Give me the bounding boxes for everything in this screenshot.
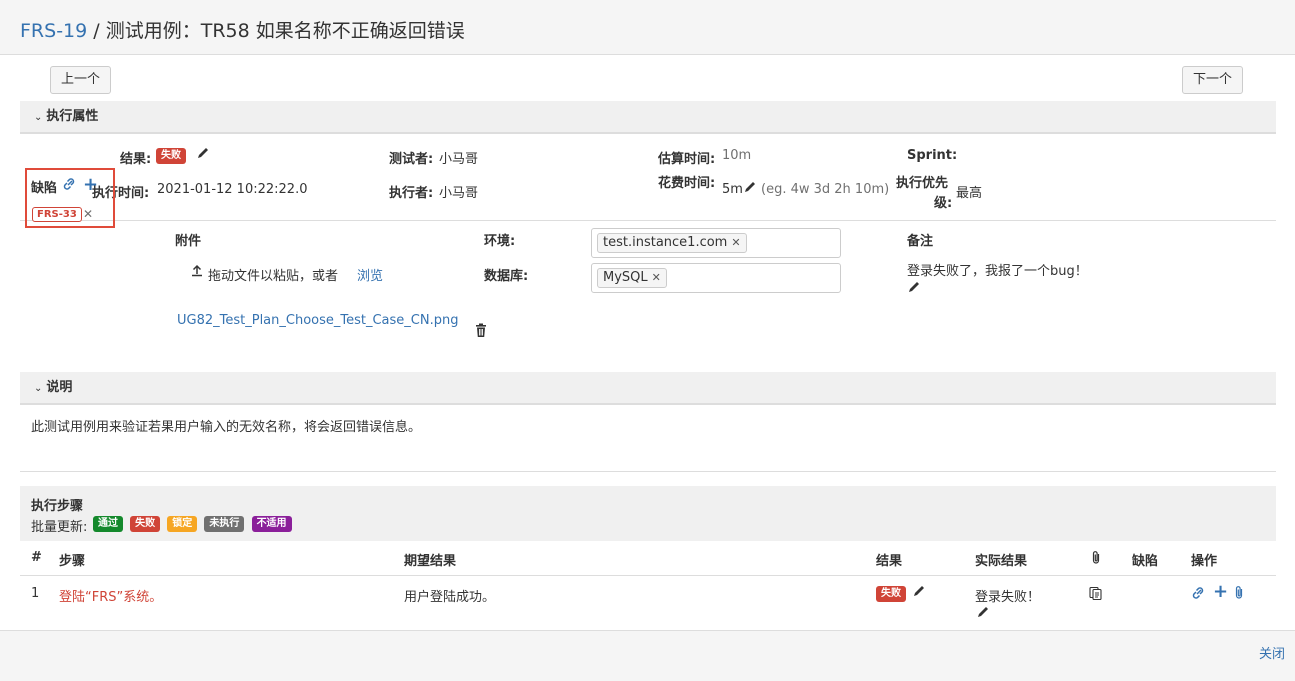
chevron-down-icon: ⌄ xyxy=(34,112,43,123)
col-defects: 缺陷 xyxy=(1132,554,1159,569)
browse-link[interactable]: 浏览 xyxy=(357,265,383,284)
add-defect-icon[interactable]: + xyxy=(83,174,98,195)
bulk-options: 通过 失败 锁定 未执行 不适用 xyxy=(93,516,292,532)
divider xyxy=(20,220,1276,221)
executor-label: 执行者: xyxy=(389,186,434,201)
upload-icon xyxy=(190,263,204,281)
result-status[interactable]: 失败 xyxy=(156,148,186,164)
dialog-footer: 关闭 xyxy=(0,630,1295,681)
col-expected: 期望结果 xyxy=(404,554,457,569)
description-text: 此测试用例用来验证若果用户输入的无效名称，将会返回错误信息。 xyxy=(31,420,422,435)
col-attachment-paperclip-icon xyxy=(1090,550,1102,569)
database-label: 数据库: xyxy=(484,269,529,284)
priority-label-line2: 级: xyxy=(934,196,953,211)
step-expected: 用户登陆成功。 xyxy=(404,590,496,605)
title-separator: / xyxy=(87,20,106,42)
priority-label-line1: 执行优先 xyxy=(896,176,949,191)
edit-step-actual-icon[interactable] xyxy=(976,605,990,623)
remove-defect-icon[interactable]: ✕ xyxy=(83,207,93,221)
exec-props-title: 执行属性 xyxy=(46,109,99,124)
test-case-title: 测试用例：TR58 如果名称不正确返回错误 xyxy=(105,20,465,42)
edit-spent-icon[interactable] xyxy=(743,180,757,198)
step-attachments-icon[interactable] xyxy=(1088,585,1104,605)
attachment-file-link[interactable]: UG82_Test_Plan_Choose_Test_Case_CN.png xyxy=(177,313,458,328)
remove-database-icon[interactable]: ✕ xyxy=(652,271,661,284)
drop-zone-text: 拖动文件以粘贴，或者 xyxy=(208,269,339,284)
spent-hint: (eg. 4w 3d 2h 10m) xyxy=(761,182,890,197)
environment-label: 环境: xyxy=(484,234,516,249)
environment-chip-label: test.instance1.com xyxy=(603,235,728,250)
step-link-defect-icon[interactable] xyxy=(1190,585,1206,605)
col-num: # xyxy=(31,550,42,565)
divider xyxy=(20,471,1276,472)
exec-time-value: 2021-01-12 10:22:22.0 xyxy=(157,182,308,197)
executor-value: 小马哥 xyxy=(439,186,479,201)
steps-section-header xyxy=(20,486,1276,541)
notes-label: 备注 xyxy=(907,234,934,249)
status-badge: 失败 xyxy=(876,586,906,602)
tester-label: 测试者: xyxy=(389,152,434,167)
trash-icon[interactable] xyxy=(474,323,488,342)
bulk-na-button[interactable]: 不适用 xyxy=(251,516,292,532)
bulk-unexecuted-button[interactable]: 未执行 xyxy=(204,516,245,532)
priority-value: 最高 xyxy=(956,186,983,201)
bulk-fail-button[interactable]: 失败 xyxy=(130,516,161,532)
estimate-label: 估算时间: xyxy=(658,152,716,167)
environment-chip: test.instance1.com ✕ xyxy=(597,233,747,253)
prev-button[interactable]: 上一个 xyxy=(50,66,112,94)
defects-highlight-box: 缺陷 + FRS-33 ✕ xyxy=(25,168,115,228)
col-actions: 操作 xyxy=(1191,554,1218,569)
step-add-defect-icon[interactable]: + xyxy=(1213,581,1228,602)
description-title: 说明 xyxy=(46,380,73,395)
col-result: 结果 xyxy=(876,554,903,569)
spent-value: 5m xyxy=(722,182,743,197)
next-button[interactable]: 下一个 xyxy=(1182,66,1244,94)
edit-result-icon[interactable] xyxy=(196,146,210,164)
status-badge: 失败 xyxy=(156,148,186,164)
steps-title: 执行步骤 xyxy=(31,499,84,514)
col-actual: 实际结果 xyxy=(975,554,1028,569)
sprint-label: Sprint: xyxy=(907,148,958,163)
dialog-header: FRS-19 / 测试用例：TR58 如果名称不正确返回错误 xyxy=(0,0,1295,55)
bulk-update-label: 批量更新: xyxy=(31,520,88,535)
remove-environment-icon[interactable]: ✕ xyxy=(731,236,740,249)
link-defect-icon[interactable] xyxy=(61,176,77,196)
result-label: 结果: xyxy=(120,152,152,167)
edit-step-result-icon[interactable] xyxy=(912,584,926,602)
description-section-header[interactable]: ⌄ 说明 xyxy=(20,372,1276,405)
edit-notes-icon[interactable] xyxy=(907,280,921,298)
estimate-value: 10m xyxy=(722,148,752,163)
step-num: 1 xyxy=(31,586,40,601)
database-chip-label: MySQL xyxy=(603,270,648,285)
bulk-pass-button[interactable]: 通过 xyxy=(93,516,123,532)
col-step: 步骤 xyxy=(59,554,86,569)
step-actual: 登录失败！ xyxy=(975,590,1041,605)
defects-label: 缺陷 xyxy=(31,181,58,196)
database-chip: MySQL ✕ xyxy=(597,268,667,288)
database-input[interactable]: MySQL ✕ xyxy=(591,263,841,293)
environment-input[interactable]: test.instance1.com ✕ xyxy=(591,228,841,258)
attachments-label: 附件 xyxy=(175,234,202,249)
defect-tag[interactable]: FRS-33 xyxy=(32,207,82,222)
chevron-down-icon: ⌄ xyxy=(34,383,43,394)
divider xyxy=(20,575,1276,576)
spent-label: 花费时间: xyxy=(658,176,716,191)
page-title: FRS-19 / 测试用例：TR58 如果名称不正确返回错误 xyxy=(20,16,465,43)
dialog-content xyxy=(0,55,1295,630)
exec-props-section-header[interactable]: ⌄ 执行属性 xyxy=(20,101,1276,134)
notes-text: 登录失败了，我报了一个bug！ xyxy=(907,264,1088,279)
issue-key-link[interactable]: FRS-19 xyxy=(20,20,87,42)
tester-value: 小马哥 xyxy=(439,152,479,167)
step-add-attachment-paperclip-icon[interactable] xyxy=(1233,585,1245,604)
close-link[interactable]: 关闭 xyxy=(1259,643,1285,662)
step-result[interactable]: 失败 xyxy=(876,586,906,602)
bulk-locked-button[interactable]: 锁定 xyxy=(167,516,198,532)
step-text: 登陆“FRS”系统。 xyxy=(59,590,163,605)
